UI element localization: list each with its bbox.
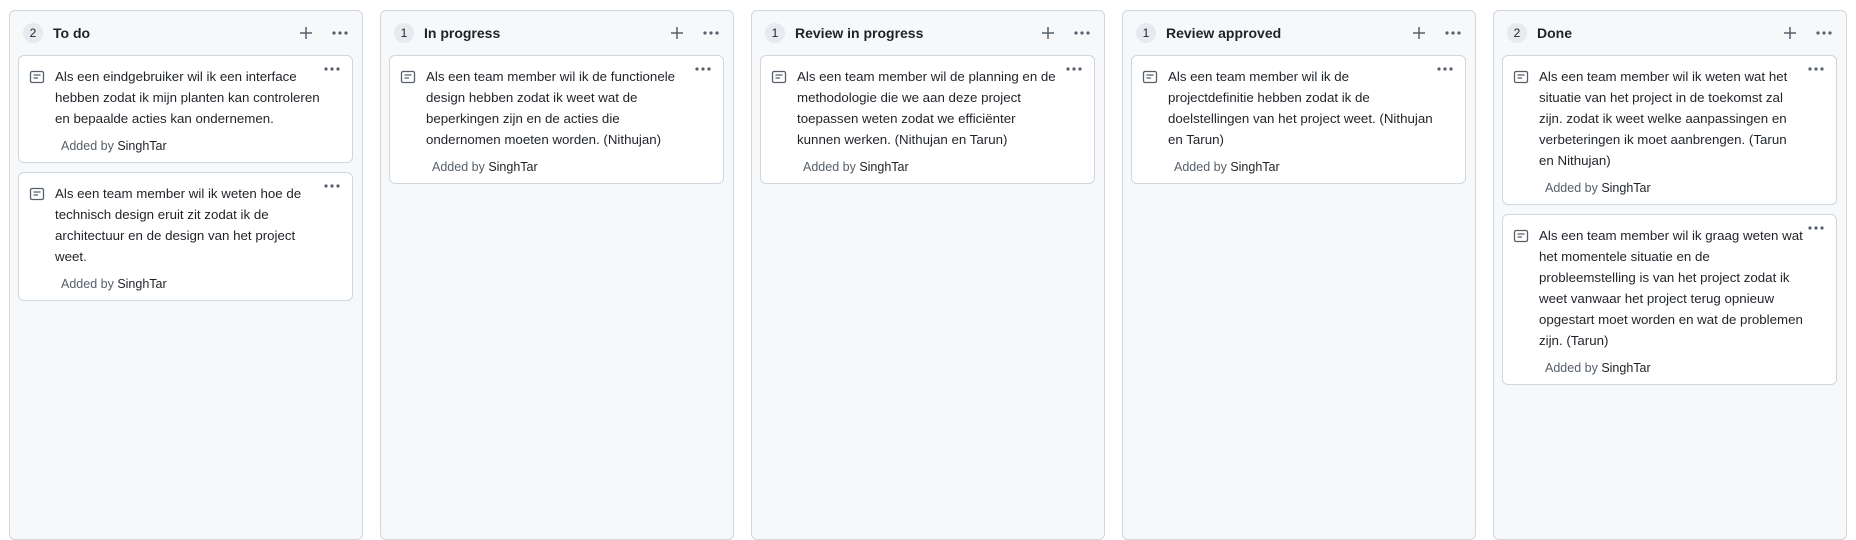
card-footer: Added by SinghTar [432, 160, 713, 174]
author-link[interactable]: SinghTar [117, 139, 166, 153]
author-link[interactable]: SinghTar [1601, 361, 1650, 375]
column-menu-kebab-icon[interactable] [1814, 23, 1834, 43]
card-menu-kebab-icon[interactable] [322, 62, 342, 76]
card-menu-kebab-icon[interactable] [693, 62, 713, 76]
card-note-text: Als een team member wil ik graag weten w… [1539, 228, 1803, 348]
added-by-label: Added by [1174, 160, 1227, 174]
add-card-plus-icon[interactable] [1780, 23, 1800, 43]
column-in-progress: 1 In progress Als een team member wil ik… [380, 10, 734, 540]
card-menu-kebab-icon[interactable] [1806, 221, 1826, 235]
card-menu-kebab-icon[interactable] [1064, 62, 1084, 76]
column-title: To do [53, 25, 91, 41]
card-note-text: Als een team member wil ik weten hoe de … [55, 186, 302, 264]
card-menu-kebab-icon[interactable] [1806, 62, 1826, 76]
card-note-text: Als een team member wil de planning en d… [797, 69, 1056, 147]
author-link[interactable]: SinghTar [117, 277, 166, 291]
card-footer: Added by SinghTar [803, 160, 1084, 174]
note-card[interactable]: Als een team member wil de planning en d… [760, 55, 1095, 184]
add-card-plus-icon[interactable] [1038, 23, 1058, 43]
card-note-text: Als een team member wil ik de projectdef… [1168, 69, 1433, 147]
note-icon [29, 186, 45, 202]
note-icon [400, 69, 416, 85]
column-header: 2 Done [1494, 11, 1846, 55]
added-by-label: Added by [61, 139, 114, 153]
card-note-text: Als een eindgebruiker wil ik een interfa… [55, 69, 320, 126]
card-count-badge: 2 [23, 23, 43, 43]
card-footer: Added by SinghTar [1545, 361, 1826, 375]
author-link[interactable]: SinghTar [1601, 181, 1650, 195]
card-count-badge: 1 [394, 23, 414, 43]
author-link[interactable]: SinghTar [859, 160, 908, 174]
note-card[interactable]: Als een eindgebruiker wil ik een interfa… [18, 55, 353, 163]
column-title: Done [1537, 25, 1572, 41]
column-done: 2 Done Als een team member wil ik weten … [1493, 10, 1847, 540]
note-icon [29, 69, 45, 85]
card-footer: Added by SinghTar [1174, 160, 1455, 174]
column-review-in-progress: 1 Review in progress Als een team member… [751, 10, 1105, 540]
card-footer: Added by SinghTar [1545, 181, 1826, 195]
column-header: 2 To do [10, 11, 362, 55]
card-footer: Added by SinghTar [61, 139, 342, 153]
column-header: 1 In progress [381, 11, 733, 55]
card-note-text: Als een team member wil ik weten wat het… [1539, 69, 1788, 168]
card-menu-kebab-icon[interactable] [322, 179, 342, 193]
author-link[interactable]: SinghTar [1230, 160, 1279, 174]
note-card[interactable]: Als een team member wil ik de functionel… [389, 55, 724, 184]
column-to-do: 2 To do Als een eindgebruiker wil ik een… [9, 10, 363, 540]
card-count-badge: 1 [1136, 23, 1156, 43]
note-icon [1513, 228, 1529, 244]
column-header: 1 Review in progress [752, 11, 1104, 55]
note-card[interactable]: Als een team member wil ik graag weten w… [1502, 214, 1837, 385]
card-count-badge: 1 [765, 23, 785, 43]
added-by-label: Added by [1545, 361, 1598, 375]
column-title: Review approved [1166, 25, 1282, 41]
add-card-plus-icon[interactable] [296, 23, 316, 43]
added-by-label: Added by [61, 277, 114, 291]
column-menu-kebab-icon[interactable] [701, 23, 721, 43]
note-icon [771, 69, 787, 85]
note-card[interactable]: Als een team member wil ik de projectdef… [1131, 55, 1466, 184]
add-card-plus-icon[interactable] [1409, 23, 1429, 43]
added-by-label: Added by [1545, 181, 1598, 195]
card-note-text: Als een team member wil ik de functionel… [426, 69, 676, 147]
author-link[interactable]: SinghTar [488, 160, 537, 174]
added-by-label: Added by [803, 160, 856, 174]
card-count-badge: 2 [1507, 23, 1527, 43]
note-card[interactable]: Als een team member wil ik weten wat het… [1502, 55, 1837, 205]
added-by-label: Added by [432, 160, 485, 174]
column-title: In progress [424, 25, 501, 41]
note-icon [1142, 69, 1158, 85]
column-menu-kebab-icon[interactable] [330, 23, 350, 43]
add-card-plus-icon[interactable] [667, 23, 687, 43]
column-review-approved: 1 Review approved Als een team member wi… [1122, 10, 1476, 540]
column-title: Review in progress [795, 25, 924, 41]
column-menu-kebab-icon[interactable] [1443, 23, 1463, 43]
column-menu-kebab-icon[interactable] [1072, 23, 1092, 43]
note-card[interactable]: Als een team member wil ik weten hoe de … [18, 172, 353, 301]
card-footer: Added by SinghTar [61, 277, 342, 291]
column-header: 1 Review approved [1123, 11, 1475, 55]
note-icon [1513, 69, 1529, 85]
project-board: 2 To do Als een eindgebruiker wil ik een… [0, 0, 1856, 540]
card-menu-kebab-icon[interactable] [1435, 62, 1455, 76]
